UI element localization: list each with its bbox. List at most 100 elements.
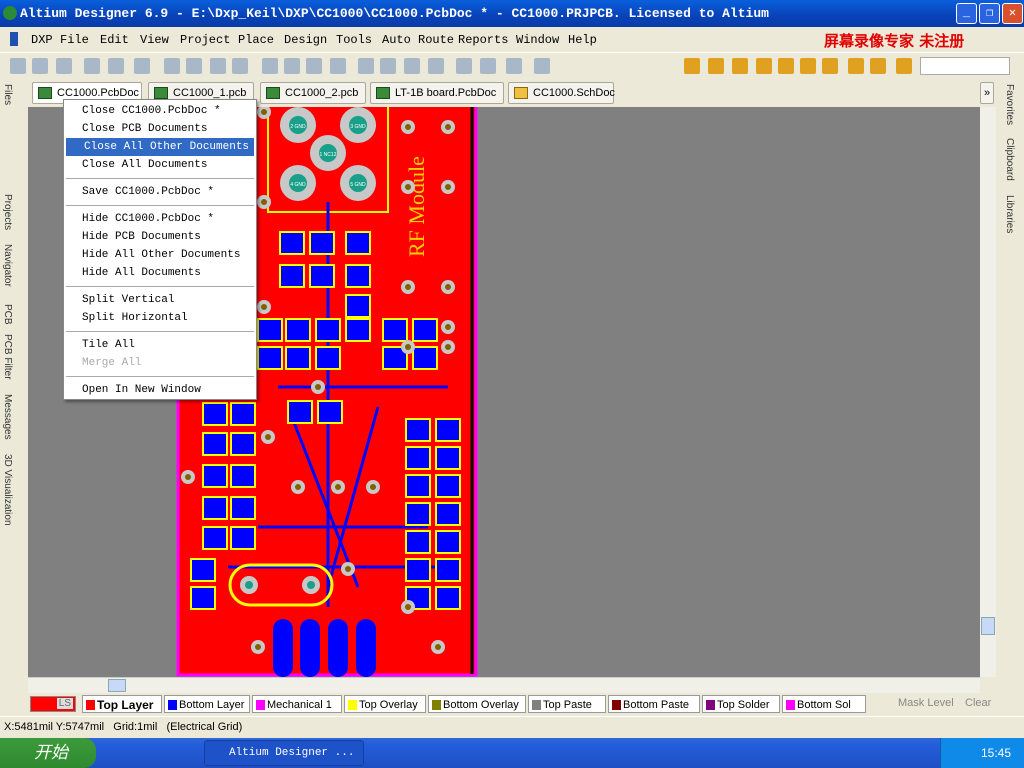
layer-tab[interactable]: Top Layer	[82, 695, 162, 713]
toolbar-button[interactable]	[684, 58, 700, 74]
toolbar-button[interactable]	[756, 58, 772, 74]
layer-tab[interactable]: Bottom Paste	[608, 695, 700, 713]
toolbar-button[interactable]	[778, 58, 794, 74]
context-menu-item[interactable]: Split Horizontal	[64, 309, 256, 327]
context-menu-item[interactable]: Open In New Window	[64, 381, 256, 399]
toolbar-button[interactable]	[534, 58, 550, 74]
horizontal-scrollbar[interactable]	[28, 677, 980, 693]
taskbar-item-altium[interactable]: Altium Designer ...	[204, 740, 364, 766]
menu-reports[interactable]: Reports	[458, 33, 508, 47]
scroll-thumb[interactable]	[981, 617, 995, 635]
mask-level-button[interactable]: Mask Level	[898, 697, 954, 709]
toolbar-button[interactable]	[56, 58, 72, 74]
menu-tools[interactable]: Tools	[336, 33, 372, 47]
context-menu-item[interactable]: Close All Other Documents	[66, 138, 254, 156]
panel-tab-files[interactable]: Files	[2, 84, 13, 105]
via-hole	[445, 184, 451, 190]
menu-separator	[66, 376, 254, 377]
scroll-thumb[interactable]	[108, 679, 126, 692]
toolbar-button[interactable]	[10, 58, 26, 74]
menu-dxp[interactable]: DXP	[31, 33, 53, 47]
panel-tab-pcb[interactable]: PCB	[2, 304, 13, 325]
pad-label: 5 GND	[350, 182, 366, 188]
panel-tab-libraries[interactable]: Libraries	[1004, 195, 1015, 233]
vertical-scrollbar[interactable]	[980, 107, 996, 677]
layer-tab[interactable]: Top Solder	[702, 695, 780, 713]
menu-help[interactable]: Help	[568, 33, 597, 47]
toolbar-button[interactable]	[284, 58, 300, 74]
toolbar-button[interactable]	[800, 58, 816, 74]
toolbar-button[interactable]	[210, 58, 226, 74]
toolbar-button[interactable]	[896, 58, 912, 74]
toolbar-button[interactable]	[456, 58, 472, 74]
layer-tab[interactable]: Top Paste	[528, 695, 606, 713]
menu-project[interactable]: Project	[180, 33, 230, 47]
toolbar-button[interactable]	[404, 58, 420, 74]
context-menu-item[interactable]: Close CC1000.PcbDoc *	[64, 102, 256, 120]
panel-tab-pcb-filter[interactable]: PCB Filter	[2, 334, 13, 380]
menu-design[interactable]: Design	[284, 33, 327, 47]
tab-cc1000-schdoc[interactable]: CC1000.SchDoc	[508, 82, 615, 104]
smd-pad	[257, 318, 283, 342]
context-menu-item[interactable]: Close PCB Documents	[64, 120, 256, 138]
toolbar-button[interactable]	[732, 58, 748, 74]
toolbar-button[interactable]	[506, 58, 522, 74]
current-layer-swatch[interactable]: LS	[30, 696, 76, 712]
layer-tab[interactable]: Bottom Sol	[782, 695, 866, 713]
toolbar-button[interactable]	[480, 58, 496, 74]
menu-auto-route[interactable]: Auto Route	[382, 33, 454, 47]
toolbar-button[interactable]	[32, 58, 48, 74]
menu-view[interactable]: View	[140, 33, 169, 47]
context-menu-item[interactable]: Tile All	[64, 336, 256, 354]
layer-tab[interactable]: Top Overlay	[344, 695, 426, 713]
more-tabs-button[interactable]: »	[980, 82, 994, 104]
menu-file[interactable]: File	[60, 33, 89, 47]
toolbar-button[interactable]	[134, 58, 150, 74]
context-menu-item[interactable]: Close All Documents	[64, 156, 256, 174]
restore-button[interactable]: ❐	[979, 3, 1000, 24]
toolbar-button[interactable]	[380, 58, 396, 74]
context-menu-item[interactable]: Split Vertical	[64, 291, 256, 309]
layer-tabs: LS Top Layer Bottom Layer Mechanical 1 Top …	[28, 694, 996, 714]
context-menu-item[interactable]: Hide CC1000.PcbDoc *	[64, 210, 256, 228]
toolbar-button[interactable]	[848, 58, 864, 74]
context-menu-item[interactable]: Save CC1000.PcbDoc *	[64, 183, 256, 201]
pad-label: 2 GND	[290, 124, 306, 130]
toolbar-button[interactable]	[84, 58, 100, 74]
start-button[interactable]: 开始	[0, 738, 96, 768]
toolbar-dropdown[interactable]	[920, 57, 1010, 75]
toolbar-button[interactable]	[164, 58, 180, 74]
context-menu-item[interactable]: Hide All Documents	[64, 264, 256, 282]
toolbar-button[interactable]	[870, 58, 886, 74]
clear-button[interactable]: Clear	[965, 697, 991, 709]
toolbar-button[interactable]	[708, 58, 724, 74]
layer-color-swatch	[86, 700, 95, 710]
panel-tab-favorites[interactable]: Favorites	[1004, 84, 1015, 125]
panel-tab-messages[interactable]: Messages	[2, 394, 13, 440]
layer-tab[interactable]: Mechanical 1	[252, 695, 342, 713]
tab-lt1b-board[interactable]: LT-1B board.PcbDoc *	[370, 82, 504, 119]
toolbar-button[interactable]	[262, 58, 278, 74]
minimize-button[interactable]: _	[956, 3, 977, 24]
toolbar-button[interactable]	[330, 58, 346, 74]
toolbar-button[interactable]	[232, 58, 248, 74]
toolbar-button[interactable]	[822, 58, 838, 74]
layer-tab[interactable]: Bottom Layer	[164, 695, 250, 713]
menu-place[interactable]: Place	[238, 33, 274, 47]
panel-tab-navigator[interactable]: Navigator	[2, 244, 13, 287]
menu-window[interactable]: Window	[516, 33, 559, 47]
toolbar-button[interactable]	[186, 58, 202, 74]
layer-tab[interactable]: Bottom Overlay	[428, 695, 526, 713]
menu-edit[interactable]: Edit	[100, 33, 129, 47]
toolbar-button[interactable]	[358, 58, 374, 74]
toolbar-button[interactable]	[306, 58, 322, 74]
context-menu-item[interactable]: Hide All Other Documents	[64, 246, 256, 264]
panel-tab-projects[interactable]: Projects	[2, 194, 13, 230]
tab-cc1000-2-pcb[interactable]: CC1000_2.pcb *	[260, 82, 366, 119]
close-button[interactable]: ✕	[1002, 3, 1023, 24]
panel-tab-clipboard[interactable]: Clipboard	[1004, 138, 1015, 181]
toolbar-button[interactable]	[108, 58, 124, 74]
panel-tab-3d-visualization[interactable]: 3D Visualization	[2, 454, 13, 526]
toolbar-button[interactable]	[428, 58, 444, 74]
context-menu-item[interactable]: Hide PCB Documents	[64, 228, 256, 246]
